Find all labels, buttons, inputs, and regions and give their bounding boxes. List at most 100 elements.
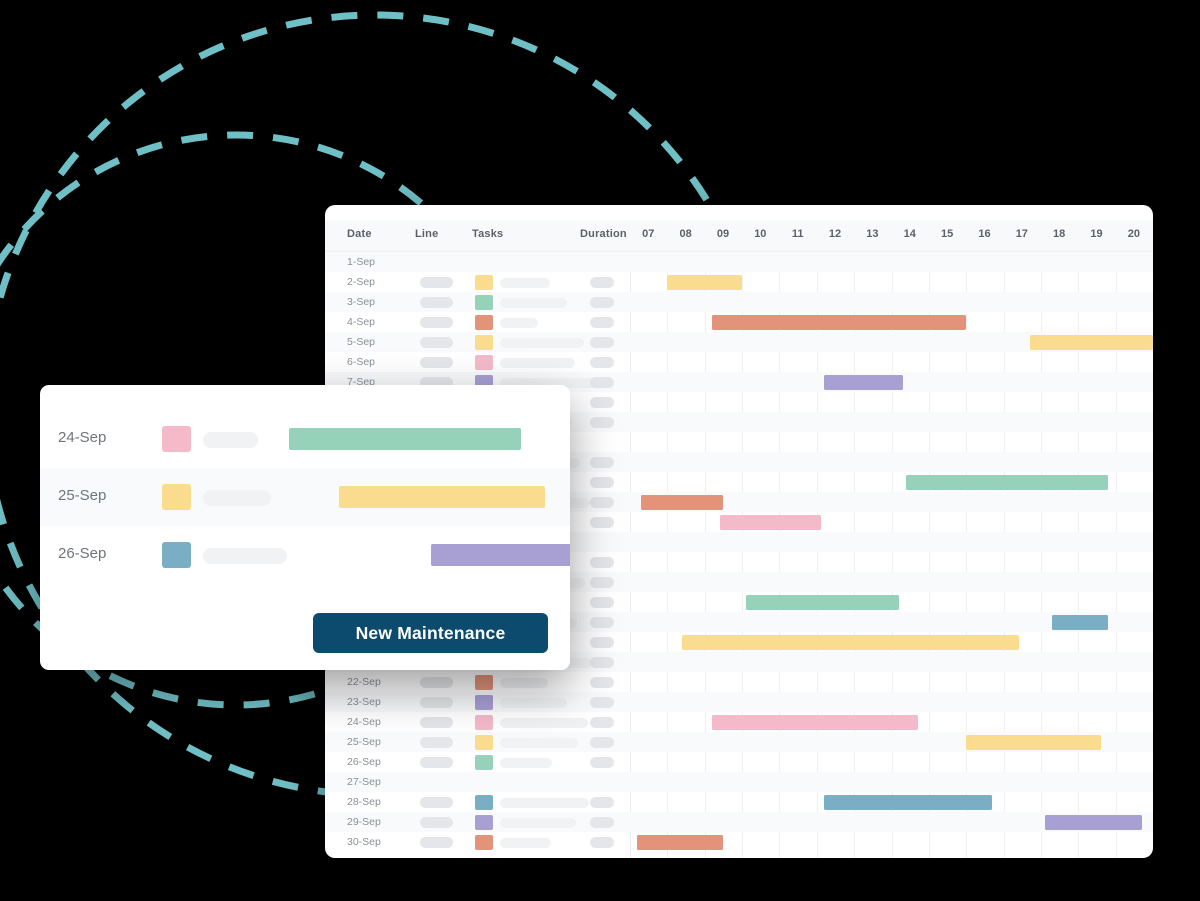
overlay-row[interactable]: 25-Sep	[40, 468, 570, 526]
gantt-bar[interactable]	[1052, 614, 1109, 630]
overlay-row[interactable]: 26-Sep	[40, 526, 570, 584]
line-placeholder	[420, 817, 453, 828]
task-color-swatch[interactable]	[475, 695, 493, 710]
task-color-swatch[interactable]	[475, 675, 493, 690]
table-row[interactable]: 23-Sep	[325, 692, 630, 712]
table-row[interactable]: 22-Sep	[325, 672, 630, 692]
timeline-row[interactable]	[630, 712, 1153, 732]
table-row[interactable]: 28-Sep	[325, 792, 630, 812]
overlay-color-swatch[interactable]	[162, 542, 191, 568]
table-row[interactable]: 29-Sep	[325, 812, 630, 832]
gantt-bar[interactable]	[682, 634, 1019, 650]
gantt-bar[interactable]	[712, 714, 918, 730]
overlay-row[interactable]: 24-Sep	[40, 410, 570, 468]
task-color-swatch[interactable]	[475, 335, 493, 350]
duration-placeholder	[590, 277, 614, 288]
timeline-row[interactable]	[630, 592, 1153, 612]
line-placeholder	[420, 697, 453, 708]
timeline-row[interactable]	[630, 732, 1153, 752]
row-date: 2-Sep	[347, 276, 376, 288]
gantt-bar[interactable]	[824, 374, 903, 390]
timeline-row[interactable]	[630, 412, 1153, 432]
task-color-swatch[interactable]	[475, 715, 493, 730]
timeline-row[interactable]	[630, 752, 1153, 772]
duration-placeholder	[590, 797, 614, 808]
gantt-bar[interactable]	[1044, 814, 1142, 830]
timeline-row[interactable]	[630, 612, 1153, 632]
table-row[interactable]: 6-Sep	[325, 352, 630, 372]
timeline-row[interactable]	[630, 672, 1153, 692]
task-color-swatch[interactable]	[475, 355, 493, 370]
timeline-row[interactable]	[630, 492, 1153, 512]
task-color-swatch[interactable]	[475, 755, 493, 770]
task-name-placeholder	[500, 297, 567, 308]
timeline-row[interactable]	[630, 272, 1153, 292]
timeline-row[interactable]	[630, 812, 1153, 832]
timeline-row[interactable]	[630, 632, 1153, 652]
table-row[interactable]: 3-Sep	[325, 292, 630, 312]
gantt-bar[interactable]	[667, 274, 743, 290]
task-color-swatch[interactable]	[475, 815, 493, 830]
table-row[interactable]: 1-Sep	[325, 252, 630, 272]
gantt-bar[interactable]	[966, 734, 1101, 750]
task-color-swatch[interactable]	[475, 795, 493, 810]
task-color-swatch[interactable]	[475, 835, 493, 850]
timeline-row[interactable]	[630, 312, 1153, 332]
timeline-row[interactable]	[630, 772, 1153, 792]
timeline-row[interactable]	[630, 652, 1153, 672]
new-maintenance-button[interactable]: New Maintenance	[313, 613, 548, 653]
table-row[interactable]: 27-Sep	[325, 772, 630, 792]
timeline-column-header: 08	[679, 228, 692, 240]
task-color-swatch[interactable]	[475, 735, 493, 750]
overlay-row-date: 24-Sep	[58, 429, 107, 446]
timeline-row[interactable]	[630, 452, 1153, 472]
gantt-bar[interactable]	[637, 834, 724, 850]
timeline-row[interactable]	[630, 332, 1153, 352]
gantt-bar[interactable]	[712, 314, 967, 330]
timeline-row[interactable]	[630, 792, 1153, 812]
overlay-gantt-bar[interactable]	[339, 486, 545, 508]
gantt-bar[interactable]	[824, 794, 993, 810]
timeline-row[interactable]	[630, 552, 1153, 572]
duration-placeholder	[590, 577, 614, 588]
table-row[interactable]: 4-Sep	[325, 312, 630, 332]
table-row[interactable]: 5-Sep	[325, 332, 630, 352]
duration-placeholder	[590, 757, 614, 768]
timeline-row[interactable]	[630, 832, 1153, 852]
duration-placeholder	[590, 737, 614, 748]
row-date: 5-Sep	[347, 336, 376, 348]
task-color-swatch[interactable]	[475, 315, 493, 330]
table-row[interactable]: 26-Sep	[325, 752, 630, 772]
timeline-row[interactable]	[630, 252, 1153, 272]
duration-placeholder	[590, 297, 614, 308]
table-row[interactable]: 24-Sep	[325, 712, 630, 732]
gantt-bar[interactable]	[719, 514, 821, 530]
timeline-row[interactable]	[630, 532, 1153, 552]
gantt-bar[interactable]	[906, 474, 1109, 490]
gantt-bar[interactable]	[745, 594, 899, 610]
line-placeholder	[420, 277, 453, 288]
table-row[interactable]: 2-Sep	[325, 272, 630, 292]
overlay-gantt-bar[interactable]	[431, 544, 570, 566]
timeline-row[interactable]	[630, 292, 1153, 312]
table-row[interactable]: 25-Sep	[325, 732, 630, 752]
timeline-row[interactable]	[630, 432, 1153, 452]
timeline-row[interactable]	[630, 352, 1153, 372]
timeline-row[interactable]	[630, 392, 1153, 412]
overlay-color-swatch[interactable]	[162, 426, 191, 452]
timeline-row[interactable]	[630, 572, 1153, 592]
timeline-row[interactable]	[630, 472, 1153, 492]
overlay-color-swatch[interactable]	[162, 484, 191, 510]
task-color-swatch[interactable]	[475, 275, 493, 290]
overlay-name-placeholder	[203, 490, 271, 506]
table-row[interactable]: 30-Sep	[325, 832, 630, 852]
timeline-row[interactable]	[630, 372, 1153, 392]
task-name-placeholder	[500, 337, 584, 348]
gantt-bar[interactable]	[1029, 334, 1153, 350]
gantt-bar[interactable]	[641, 494, 724, 510]
task-color-swatch[interactable]	[475, 295, 493, 310]
line-placeholder	[420, 737, 453, 748]
overlay-gantt-bar[interactable]	[289, 428, 521, 450]
timeline-row[interactable]	[630, 692, 1153, 712]
timeline-row[interactable]	[630, 512, 1153, 532]
